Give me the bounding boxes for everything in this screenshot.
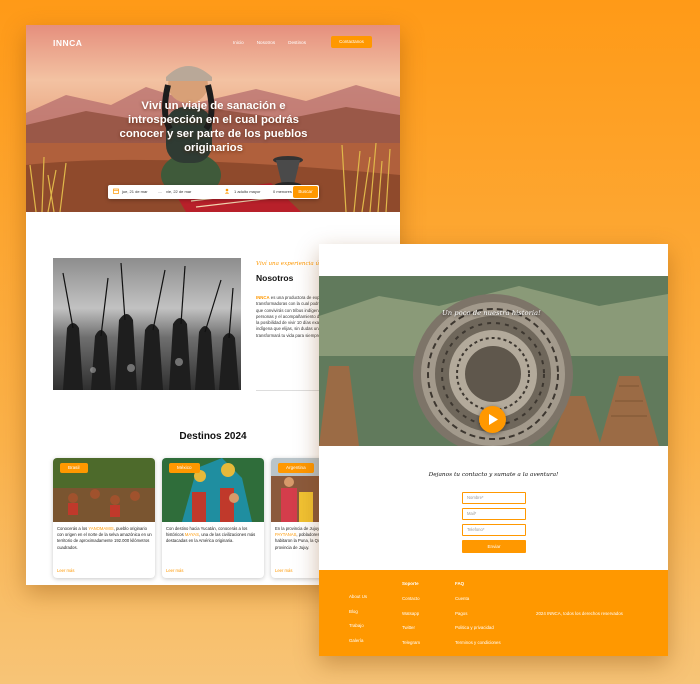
send-button[interactable]: Enviar [462,540,526,553]
footer-column-faq: FAQ Cuenta Pagos Politica y privacidad T… [455,581,501,654]
footer-link-trabajo[interactable]: Trabajo [349,623,367,628]
country-badge: Argentina [278,463,314,473]
footer-column-about: About Us Blog Trabajo Galería [349,594,367,652]
footer-link-watsapp[interactable]: Watsapp [402,611,420,616]
calendar-icon [113,188,119,194]
guests-field[interactable]: 1 adulto mayor [234,189,260,194]
tribe-photo [53,258,241,390]
footer-link-cuenta[interactable]: Cuenta [455,596,501,601]
brand-name: INNCA [256,295,270,300]
footer-link-about[interactable]: About Us [349,594,367,599]
country-badge: México [169,463,200,473]
phone-field[interactable]: Telefono* [462,524,526,536]
top-nav: INNCA Inicio Nosotros Destinos Contactan… [26,36,400,52]
minors-field[interactable]: 0 menores [273,189,292,194]
nav-link-nosotros[interactable]: Nosotros [257,40,275,45]
hero-title: Viví un viaje de sanación e introspecció… [119,100,308,154]
booking-search-bar: jue, 21 de mar — vie, 22 de mar 1 adulto… [108,185,319,199]
footer-link-blog[interactable]: Blog [349,609,367,614]
footer-link-twitter[interactable]: Twitter [402,625,420,630]
read-more-link[interactable]: Leer más [166,568,183,573]
nav-links: Inicio Nosotros Destinos [233,40,306,45]
destination-card-mexico[interactable]: México Con destino hacia Yucatán, conoce… [162,458,264,578]
aztec-calendar-video[interactable] [319,276,668,446]
contact-button[interactable]: Contactanos [331,36,372,48]
footer-link-galeria[interactable]: Galería [349,638,367,643]
footer: About Us Blog Trabajo Galería Soporte Co… [319,570,668,656]
email-field[interactable]: Mail* [462,508,526,520]
footer-link-telegram[interactable]: Telegram [402,640,420,645]
destination-card-brasil[interactable]: Brasil Conocerás a los YANOMAMIS, pueblo… [53,458,155,578]
destination-description: Con destino hacia Yucatán, conocerás a l… [166,526,256,544]
nav-link-inicio[interactable]: Inicio [233,40,244,45]
read-more-link[interactable]: Leer más [275,568,292,573]
contact-title: Dejanos tu contacto y sumate a la aventu… [428,472,559,478]
date-to-field[interactable]: vie, 22 de mar [166,189,191,194]
destination-description: Conocerás a los YANOMAMIS, pueblo origin… [57,526,152,550]
hero-section: INNCA Inicio Nosotros Destinos Contactan… [26,25,400,212]
nav-link-destinos[interactable]: Destinos [288,40,306,45]
footer-link-privacidad[interactable]: Politica y privacidad [455,625,501,630]
about-title: Nosotros [256,273,294,283]
story-title: Un poco de nuestra historia! [442,309,541,317]
footer-link-pagos[interactable]: Pagos [455,611,501,616]
copyright-text: 2024 INNCA, todos los derechos reservado… [536,611,623,616]
read-more-link[interactable]: Leer más [57,568,74,573]
play-icon [489,414,498,425]
name-field[interactable]: Nombre* [462,492,526,504]
contact-page-mockup: Un poco de nuestra historia! Dejanos tu … [319,244,668,656]
country-badge: Brasil [60,463,88,473]
brand-logo[interactable]: INNCA [53,38,82,48]
play-button[interactable] [479,406,506,433]
search-button[interactable]: Buscar [293,186,318,198]
footer-link-terminos[interactable]: Terminos y condiciones [455,640,501,645]
footer-heading-faq: FAQ [455,581,465,586]
footer-link-contacto[interactable]: Contacto [402,596,420,601]
user-icon [224,188,230,194]
date-from-field[interactable]: jue, 21 de mar [122,189,148,194]
footer-heading-soporte: Soporte [402,581,419,586]
footer-column-soporte: Soporte Contacto Watsapp Twitter Telegra… [402,581,420,654]
